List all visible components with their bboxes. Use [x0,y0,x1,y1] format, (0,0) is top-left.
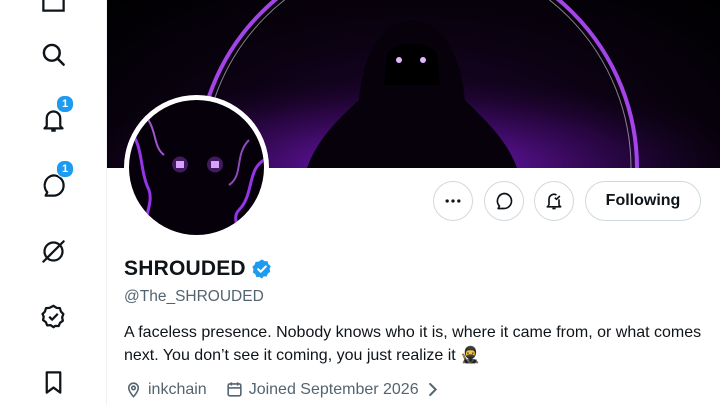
chevron-right-icon [428,382,437,397]
profile-meta: inkchain Joined September 2026 [124,380,465,399]
verified-icon [40,304,65,328]
nav-search[interactable] [36,37,70,71]
nav-bookmarks[interactable] [36,365,70,399]
following-button[interactable]: Following [585,181,701,221]
message-icon [496,192,513,210]
grok-icon [41,239,65,263]
joined-item[interactable]: Joined September 2026 [225,380,447,399]
calendar-icon [227,382,242,397]
display-name: SHROUDED [124,257,246,280]
avatar-artwork [129,109,264,235]
search-icon [42,43,65,66]
name-row: SHROUDED [124,257,273,281]
home-icon [41,0,65,12]
profile-avatar[interactable] [124,95,269,240]
notify-icon [546,193,562,210]
messages-badge: 1 [56,160,74,178]
nav-verified[interactable] [36,299,70,333]
bookmark-icon [45,370,61,394]
nav-notifications[interactable]: 1 [36,95,74,137]
profile-bio: A faceless presence. Nobody knows who it… [124,324,702,364]
notifications-badge: 1 [56,95,74,113]
joined-text: Joined September 2026 [248,380,419,398]
nav-messages[interactable]: 1 [36,160,74,202]
verified-badge-icon[interactable] [251,258,273,280]
message-button[interactable] [484,181,524,221]
notify-button[interactable] [534,181,574,221]
nav-home[interactable] [36,0,70,17]
more-button[interactable] [433,181,473,221]
location-item: inkchain [124,380,207,399]
location-icon [127,382,140,398]
side-nav: 1 1 [0,0,107,405]
location-text: inkchain [148,380,207,398]
nav-grok[interactable] [36,234,70,268]
profile-handle: @The_SHROUDED [124,288,264,305]
more-icon [445,199,461,203]
